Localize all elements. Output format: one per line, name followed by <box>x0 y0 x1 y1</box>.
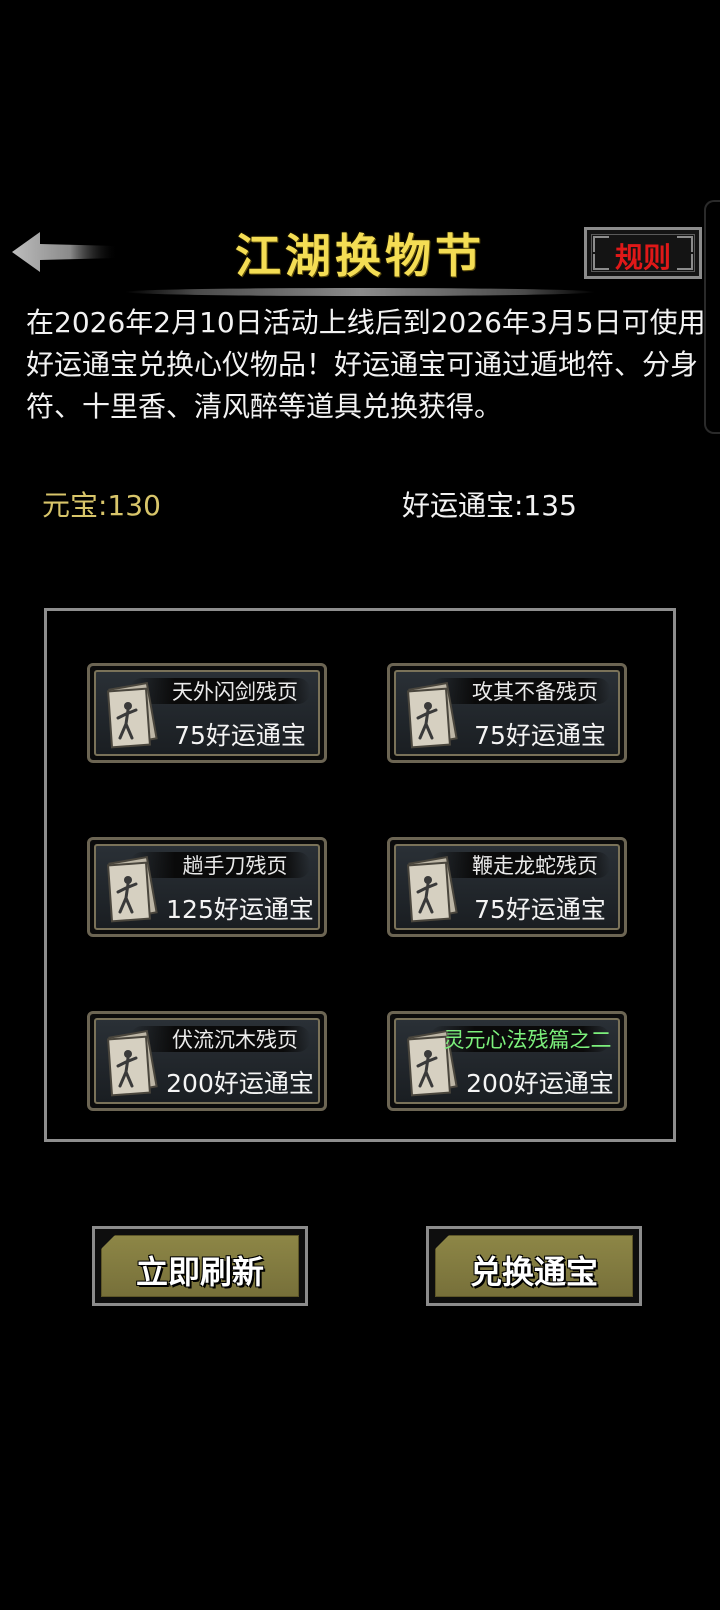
item-name: 趟手刀残页 <box>182 854 288 878</box>
item-price: 75好运通宝 <box>474 721 606 750</box>
exchange-token-button-label: 兑换通宝 <box>469 1253 598 1291</box>
refresh-button[interactable]: 立即刷新 <box>92 1226 308 1306</box>
exchange-token-button[interactable]: 兑换通宝 <box>426 1226 642 1306</box>
exchange-item[interactable]: 攻其不备残页 75好运通宝 <box>387 663 627 763</box>
refresh-button-label: 立即刷新 <box>135 1253 264 1291</box>
item-price: 75好运通宝 <box>474 895 606 924</box>
rules-button[interactable]: 规则 <box>584 227 702 279</box>
yuanbao-balance: 元宝:130 <box>42 489 161 522</box>
title-divider <box>125 288 595 296</box>
item-price: 200好运通宝 <box>166 1069 314 1098</box>
item-price: 75好运通宝 <box>174 721 306 750</box>
item-name: 攻其不备残页 <box>472 680 598 704</box>
haoyun-balance: 好运通宝:135 <box>402 489 577 522</box>
item-price: 125好运通宝 <box>166 895 314 924</box>
item-name: 灵元心法残篇之二 <box>443 1028 612 1052</box>
exchange-panel: 天外闪剑残页 75好运通宝 攻其不备残页 75好运通宝 趟手刀残页 125好运通… <box>44 608 676 1142</box>
item-name: 天外闪剑残页 <box>172 680 298 704</box>
exchange-item[interactable]: 灵元心法残篇之二 200好运通宝 <box>387 1011 627 1111</box>
item-name: 伏流沉木残页 <box>172 1028 298 1052</box>
exchange-item[interactable]: 趟手刀残页 125好运通宝 <box>87 837 327 937</box>
rules-label: 规则 <box>614 241 671 274</box>
event-description: 在2026年2月10日活动上线后到2026年3月5日可使用好运通宝兑换心仪物品！… <box>26 306 706 423</box>
item-name: 鞭走龙蛇残页 <box>472 854 598 878</box>
exchange-item[interactable]: 鞭走龙蛇残页 75好运通宝 <box>387 837 627 937</box>
exchange-item[interactable]: 伏流沉木残页 200好运通宝 <box>87 1011 327 1111</box>
item-price: 200好运通宝 <box>466 1069 614 1098</box>
side-drawer-handle[interactable] <box>704 200 720 434</box>
exchange-item[interactable]: 天外闪剑残页 75好运通宝 <box>87 663 327 763</box>
